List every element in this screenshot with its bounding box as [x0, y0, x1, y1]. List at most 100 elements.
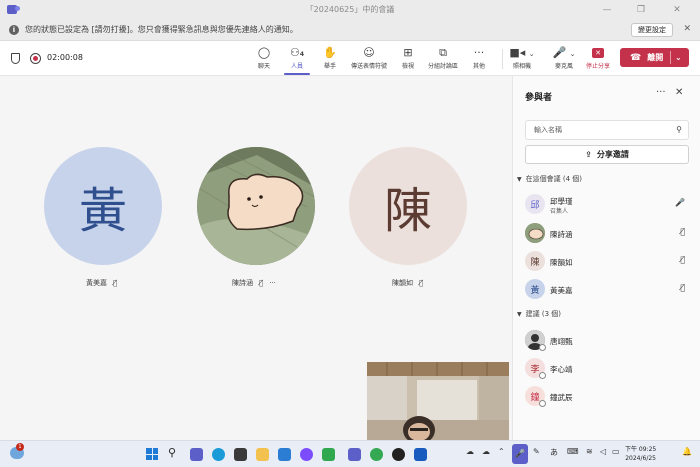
avatar: 黃 [525, 279, 545, 299]
mic-icon: 🎤 ⌄ [552, 46, 576, 59]
leave-button[interactable]: ☎ 離開 ⌄ [620, 48, 689, 67]
avatar [525, 223, 545, 243]
self-video-preview[interactable] [367, 362, 509, 440]
restore-icon[interactable]: ❐ [626, 0, 656, 19]
chat-label: 聊天 [257, 63, 270, 70]
meeting-timer: 02:00:08 [47, 53, 83, 62]
banner-message: 您的狀態已設定為 [請勿打擾]。您只會獲得緊急訊息與您優先連絡人的通知。 [25, 25, 298, 34]
emoji-icon: ☺ [363, 46, 375, 59]
participant-name-tag: 陳詩涵 🎙̸ ··· [232, 278, 276, 288]
self-video-frame [367, 362, 509, 440]
clock-date: 2024/6/25 [625, 455, 656, 462]
share-invite-button[interactable]: ⇪ 分享邀請 [525, 145, 689, 164]
chevron-up-icon[interactable]: ⌃ [498, 447, 505, 456]
participant-row[interactable]: 陳詩涵 🎙̸ [525, 223, 695, 245]
panel-more-icon[interactable]: ··· [656, 87, 666, 98]
app-icon[interactable] [322, 448, 335, 461]
participant-row[interactable]: 陳 陳韻如 🎙̸ [525, 251, 695, 273]
copilot-icon[interactable] [300, 448, 313, 461]
info-icon: i [9, 24, 19, 35]
raise-hand-button[interactable]: ✋ 舉手 [311, 45, 349, 73]
chevron-down-icon: ▼ [517, 310, 522, 318]
participant-name: 陳韻如 [392, 279, 413, 287]
battery-icon[interactable]: ▭ [612, 447, 620, 456]
panel-close-icon[interactable]: ✕ [675, 87, 683, 98]
start-button-icon[interactable] [146, 448, 158, 460]
camera-icon: ■◂ ⌄ [509, 46, 535, 59]
participant-row[interactable]: 黃 黃美嘉 🎙̸ [525, 279, 695, 301]
ime-icon[interactable]: ⌨ [567, 447, 579, 456]
weather-tray-icon[interactable]: ☁ [466, 447, 474, 456]
change-settings-button[interactable]: 變更設定 [631, 23, 673, 37]
reactions-button[interactable]: ☺ 傳送表情符號 [350, 45, 388, 73]
search-input[interactable] [534, 121, 664, 139]
status-badge [539, 400, 546, 407]
more-icon: ··· [473, 46, 485, 59]
people-label: 人員 [290, 63, 303, 70]
status-badge [539, 372, 546, 379]
chevron-down-icon: ▼ [517, 175, 522, 183]
status-badge [539, 344, 546, 351]
banner-close-icon[interactable]: ✕ [683, 24, 691, 34]
chevron-down-icon[interactable]: ⌄ [675, 53, 682, 62]
view-button[interactable]: ⊞ 檢視 [389, 45, 427, 73]
section-label: 建議 (3 個) [525, 310, 561, 318]
suggested-section-header[interactable]: ▼ 建議 (3 個) [517, 309, 561, 319]
minimize-icon[interactable]: — [592, 0, 622, 19]
search-icon[interactable]: ⚲ [676, 125, 682, 134]
system-clock[interactable]: 下午 09:25 2024/6/25 [625, 445, 656, 463]
raise-hand-label: 舉手 [323, 63, 336, 70]
windows-taskbar: 1 ⚲ ☁ ☁ ⌃ 🎤 ✎ あ ⌨ ≋ ◁ ▭ 下午 09:25 2024/6/… [0, 440, 700, 467]
leave-divider [670, 51, 671, 64]
participant-search: ⚲ [525, 120, 689, 140]
onedrive-icon[interactable]: ☁ [482, 447, 490, 456]
raise-hand-icon: ✋ [323, 46, 337, 59]
in-meeting-section-header[interactable]: ▼ 在這個會議 (4 個) [517, 174, 582, 184]
more-label: 其他 [472, 63, 485, 70]
search-icon[interactable]: ⚲ [168, 446, 181, 459]
stop-share-button[interactable]: ✕ 停止分享 [579, 45, 617, 73]
mic-button[interactable]: 🎤 ⌄ 麥克風 [545, 45, 583, 73]
word-icon[interactable] [414, 448, 427, 461]
more-options-icon[interactable]: ··· [269, 279, 276, 287]
participant-name: 陳詩涵 [550, 230, 573, 239]
more-button[interactable]: ··· 其他 [460, 45, 498, 73]
share-invite-label: 分享邀請 [596, 150, 629, 159]
terminal-icon[interactable] [234, 448, 247, 461]
mic-off-icon: 🎙̸ [113, 279, 118, 287]
dnd-notification-banner: i 您的狀態已設定為 [請勿打擾]。您只會獲得緊急訊息與您優先連絡人的通知。 變… [0, 19, 700, 41]
wifi-icon[interactable]: ≋ [586, 447, 593, 456]
participant-name: 黃美嘉 [86, 279, 107, 287]
notification-bell-icon[interactable]: 🔔 [682, 447, 692, 456]
panel-title: 參與者 [525, 93, 553, 103]
pen-icon[interactable]: ✎ [533, 447, 540, 456]
camera-button[interactable]: ■◂ ⌄ 照相機 [503, 45, 541, 73]
participant-name-tag: 陳韻如 🎙̸ [392, 278, 423, 288]
meeting-toolbar: 02:00:08 ◯ 聊天 ⚇4 人員 ✋ 舉手 ☺ 傳送表情符號 ⊞ 檢視 ⧉… [0, 41, 700, 76]
teams-meeting-icon[interactable] [348, 448, 361, 461]
breakout-rooms-button[interactable]: ⧉ 分組討論區 [424, 45, 462, 73]
suggested-row[interactable]: 鐘 鐘武辰 [525, 386, 695, 408]
participant-tile[interactable]: 黃 [44, 147, 162, 265]
mail-icon[interactable] [278, 448, 291, 461]
participant-tile[interactable] [197, 147, 315, 265]
volume-icon[interactable]: ◁ [600, 447, 606, 456]
weather-widget-icon[interactable]: 1 [10, 443, 24, 459]
file-explorer-icon[interactable] [256, 448, 269, 461]
avatar: 邱 [525, 194, 545, 214]
media-player-icon[interactable] [392, 448, 405, 461]
mic-icon[interactable]: 🎤 [512, 444, 528, 464]
close-icon[interactable]: ✕ [662, 0, 692, 19]
suggested-row[interactable]: 李 李心靖 [525, 358, 695, 380]
phone-hangup-icon: ☎ [630, 52, 642, 63]
meeting-stage: 黃 黃美嘉 🎙̸ 陳詩涵 🎙̸ ··· 陳 陳韻如 🎙̸ [0, 76, 512, 440]
ime-label[interactable]: あ [550, 447, 558, 458]
breakout-rooms-label: 分組討論區 [427, 63, 458, 70]
chrome-icon[interactable] [370, 448, 383, 461]
suggested-row[interactable]: 唐翊甄 [525, 330, 695, 352]
edge-icon[interactable] [212, 448, 225, 461]
teams-taskbar-icon[interactable] [190, 448, 203, 461]
participant-tile[interactable]: 陳 [349, 147, 467, 265]
participant-row[interactable]: 邱 邱學瑾 召集人 🎤 [525, 194, 695, 216]
reactions-label: 傳送表情符號 [350, 63, 387, 70]
